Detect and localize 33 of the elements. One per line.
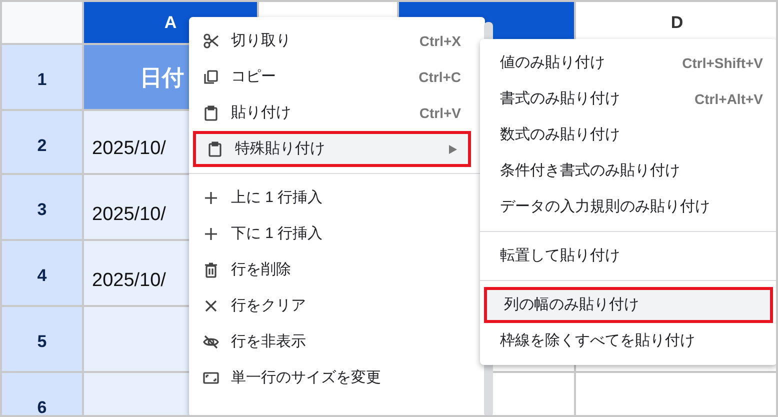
eye-slash-icon (203, 334, 219, 350)
shortcut-text: Ctrl+C (418, 68, 461, 86)
row-header[interactable]: 5 (2, 307, 82, 371)
menu-item[interactable]: 書式のみ貼り付け Ctrl+Alt+V (480, 81, 776, 117)
shortcut-text: Ctrl+V (419, 104, 461, 122)
select-all-corner[interactable] (2, 2, 82, 43)
copy-icon (203, 69, 219, 85)
row-header[interactable]: 1 (2, 45, 82, 109)
resize-icon (203, 370, 219, 386)
menu-item[interactable]: 特殊貼り付け (193, 131, 471, 167)
row-header[interactable]: 2 (2, 111, 82, 173)
row-header[interactable]: 4 (2, 241, 82, 305)
menu-item[interactable]: 条件付き書式のみ貼り付け (480, 153, 776, 189)
menu-item[interactable]: 枠線を除くすべてを貼り付け (480, 323, 776, 359)
clipboard-icon (207, 141, 223, 157)
close-icon (203, 298, 219, 314)
menu-item[interactable]: データの入力規則のみ貼り付け (480, 189, 776, 225)
menu-item[interactable]: 行を非表示 (189, 324, 475, 360)
trash-icon (203, 262, 219, 278)
menu-item[interactable]: 列の幅のみ貼り付け (484, 287, 773, 323)
plus-icon (203, 190, 219, 206)
plus-icon (203, 226, 219, 242)
menu-item[interactable]: 単一行のサイズを変更 (189, 360, 475, 396)
row-header[interactable]: 3 (2, 175, 82, 239)
menu-item[interactable]: 値のみ貼り付け Ctrl+Shift+V (480, 45, 776, 81)
clipboard-icon (203, 105, 219, 121)
scissors-icon (203, 33, 219, 49)
shortcut-text: Ctrl+Alt+V (694, 90, 763, 108)
shortcut-text: Ctrl+Shift+V (682, 54, 763, 72)
menu-item[interactable]: 数式のみ貼り付け (480, 117, 776, 153)
shortcut-text: Ctrl+X (419, 32, 461, 50)
menu-item[interactable]: 転置して貼り付け (480, 238, 776, 274)
row-header[interactable]: 6 (2, 373, 82, 415)
